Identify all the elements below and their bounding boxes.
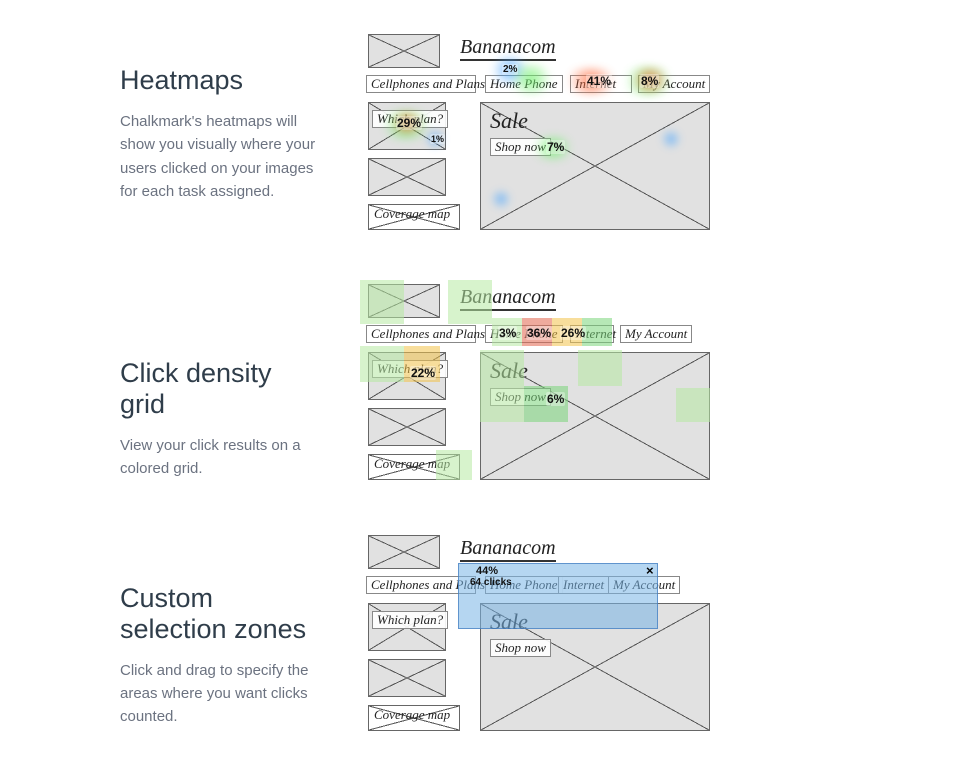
side-coverage: Coverage map — [370, 206, 454, 222]
zone-close[interactable]: × — [646, 563, 654, 578]
heat-blob — [660, 130, 682, 148]
main-sale: Sale — [490, 108, 528, 134]
feature-zones: Custom selection zones Click and drag to… — [0, 531, 971, 731]
nav-cellphones: Cellphones and Plans — [366, 75, 476, 93]
heatmaps-text: Heatmaps Chalkmark's heatmaps will show … — [0, 30, 360, 203]
density-pct-shop: 6% — [546, 392, 565, 406]
nav-myaccount: My Account — [620, 325, 692, 343]
heat-pct-account: 8% — [640, 74, 659, 88]
wf-logo-box — [368, 535, 440, 569]
density-cell — [360, 346, 404, 382]
density-text: Click density grid View your click resul… — [0, 280, 360, 481]
heatmaps-desc: Chalkmark's heatmaps will show you visua… — [120, 110, 320, 203]
main-shop: Shop now — [490, 639, 551, 657]
density-cell — [448, 280, 492, 324]
density-pct-2: 36% — [526, 326, 552, 340]
heat-pct-whichplan: 29% — [396, 116, 422, 130]
density-cell — [582, 318, 612, 346]
nav-cellphones: Cellphones and Plans — [366, 325, 476, 343]
feature-heatmaps: Heatmaps Chalkmark's heatmaps will show … — [0, 30, 971, 230]
heat-blob — [490, 190, 512, 208]
zone-pct: 44% — [476, 565, 498, 577]
side-whichplan: Which plan? — [372, 611, 448, 629]
density-image: Bananacom Cellphones and Plans Home Phon… — [360, 280, 971, 480]
density-pct-3: 26% — [560, 326, 586, 340]
heat-pct-whichplan-small: 1% — [430, 134, 445, 144]
wf-side2 — [368, 659, 446, 697]
zones-image: Bananacom Cellphones and Plans Home Phon… — [360, 531, 971, 731]
zones-title: Custom selection zones — [120, 583, 320, 645]
density-cell — [480, 386, 524, 422]
density-cell — [360, 280, 404, 324]
side-coverage: Coverage map — [370, 707, 454, 723]
zones-desc: Click and drag to specify the areas wher… — [120, 659, 320, 729]
heat-pct-internet: 41% — [586, 74, 612, 88]
heat-pct-homephone: 2% — [502, 64, 518, 75]
wf-side2 — [368, 408, 446, 446]
feature-density: Click density grid View your click resul… — [0, 280, 971, 481]
density-title: Click density grid — [120, 358, 320, 420]
zones-text: Custom selection zones Click and drag to… — [0, 531, 360, 729]
heat-pct-shop: 7% — [546, 140, 565, 154]
density-cell — [436, 450, 472, 480]
density-cell — [578, 350, 622, 386]
density-pct-which: 22% — [410, 366, 436, 380]
zone-clicks: 64 clicks — [470, 577, 512, 588]
heatmaps-title: Heatmaps — [120, 65, 320, 96]
density-cell — [676, 388, 710, 422]
density-desc: View your click results on a colored gri… — [120, 434, 320, 481]
density-pct-1: 3% — [498, 326, 517, 340]
density-cell — [480, 350, 524, 386]
wf-logo-box — [368, 34, 440, 68]
heatmaps-image: Bananacom Cellphones and Plans Home Phon… — [360, 30, 971, 230]
wf-side2 — [368, 158, 446, 196]
brand-text: Bananacom — [460, 537, 556, 562]
